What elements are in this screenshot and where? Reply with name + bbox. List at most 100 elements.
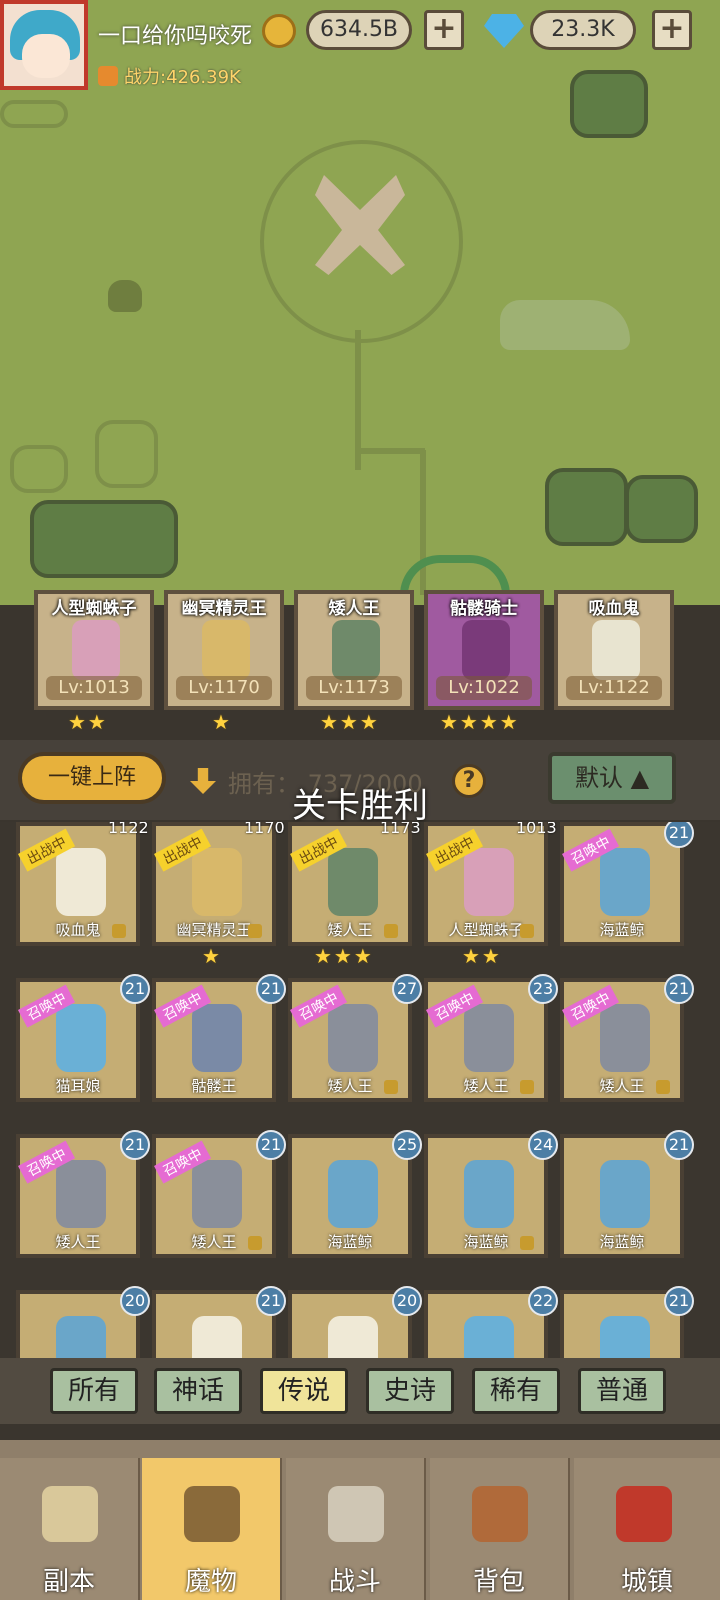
level-badge: 22 [528, 1286, 558, 1316]
monster-portrait [202, 620, 250, 680]
lock-icon [656, 1080, 670, 1094]
lock-icon [248, 1236, 262, 1250]
monster-portrait [56, 1004, 106, 1072]
avatar-face [22, 34, 70, 78]
star-rating: ★★★★ [440, 710, 520, 734]
monster-portrait [600, 1160, 650, 1228]
star-rating: ★ [212, 710, 232, 734]
crossed-swords-icon [328, 1486, 384, 1542]
level-text: 1170 [244, 822, 285, 837]
filter-rare[interactable]: 稀有 [472, 1368, 560, 1414]
monster-card[interactable]: 出战中 矮人王 [288, 822, 412, 946]
monster-portrait [328, 1160, 378, 1228]
lock-icon [520, 1236, 534, 1250]
map-rock [625, 475, 698, 543]
nav-battle[interactable]: 战斗 [286, 1458, 426, 1600]
map-outline [10, 445, 68, 493]
monster-portrait [464, 848, 514, 916]
filter-epic[interactable]: 史诗 [366, 1368, 454, 1414]
nav-backpack[interactable]: 背包 [430, 1458, 570, 1600]
gold-amount: 634.5B [306, 10, 412, 50]
star-rating: ★★★ [314, 944, 374, 968]
world-map[interactable] [0, 0, 720, 605]
formation-name: 骷髅骑士 [450, 599, 518, 619]
map-path [355, 448, 425, 454]
map-outline [95, 420, 158, 488]
level-badge: 23 [528, 974, 558, 1004]
map-rock [545, 468, 628, 546]
nav-dungeon[interactable]: 副本 [0, 1458, 140, 1600]
nav-label: 战斗 [328, 1567, 381, 1597]
monster-card[interactable]: 出战中 幽冥精灵王 [152, 822, 276, 946]
level-badge: 21 [664, 1286, 694, 1316]
nav-label: 副本 [42, 1567, 95, 1597]
filter-mythic[interactable]: 神话 [154, 1368, 242, 1414]
monster-portrait [600, 1004, 650, 1072]
monster-portrait [462, 620, 510, 680]
level-badge: 21 [664, 1130, 694, 1160]
formation-level: Lv:1013 [46, 676, 142, 700]
lock-icon [520, 1080, 534, 1094]
monster-portrait [464, 1004, 514, 1072]
formation-name: 人型蜘蛛子 [51, 599, 137, 619]
level-text: 1173 [380, 822, 421, 837]
nav-label: 城镇 [620, 1567, 673, 1597]
level-badge: 20 [392, 1286, 422, 1316]
monster-portrait [464, 1160, 514, 1228]
rarity-filter-bar: 所有 神话 传说 史诗 稀有 普通 [0, 1358, 720, 1424]
map-scroll-icon [42, 1486, 98, 1542]
formation-slot[interactable]: 矮人王 Lv:1173 [294, 590, 414, 710]
monster-portrait [328, 848, 378, 916]
lock-icon [384, 924, 398, 938]
monster-portrait [332, 620, 380, 680]
level-badge: 20 [120, 1286, 150, 1316]
level-badge: 21 [256, 1286, 286, 1316]
level-badge: 21 [664, 822, 694, 848]
lock-icon [384, 1080, 398, 1094]
nav-label: 背包 [472, 1567, 525, 1597]
level-text: 1122 [108, 822, 149, 837]
lock-icon [112, 924, 126, 938]
level-badge: 21 [256, 974, 286, 1004]
level-badge: 21 [256, 1130, 286, 1160]
monster-portrait [192, 848, 242, 916]
monster-name: 海蓝鲸 [599, 921, 645, 939]
nav-town[interactable]: 城镇 [574, 1458, 720, 1600]
lock-icon [520, 924, 534, 938]
monster-portrait [192, 1004, 242, 1072]
lock-icon [248, 924, 262, 938]
formation-slot[interactable]: 幽冥精灵王 Lv:1170 [164, 590, 284, 710]
formation-slot[interactable]: 吸血鬼 Lv:1122 [554, 590, 674, 710]
dragon-skeleton-icon [500, 300, 630, 350]
monster-card[interactable]: 出战中 人型蜘蛛子 [424, 822, 548, 946]
monster-portrait [56, 848, 106, 916]
level-badge: 24 [528, 1130, 558, 1160]
monster-card[interactable]: 出战中 吸血鬼 [16, 822, 140, 946]
monster-portrait [592, 620, 640, 680]
star-rating: ★★★ [320, 710, 380, 734]
player-avatar[interactable] [0, 0, 88, 90]
formation-slot[interactable]: 骷髅骑士 Lv:1022 [424, 590, 544, 710]
shop-icon [616, 1486, 672, 1542]
filter-all[interactable]: 所有 [50, 1368, 138, 1414]
power-icon [98, 66, 118, 86]
add-gems-button[interactable]: + [652, 10, 692, 50]
bottom-nav: 副本 魔物 战斗 背包 城镇 [0, 1440, 720, 1600]
formation-name: 吸血鬼 [588, 599, 640, 619]
star-rating: ★★ [462, 944, 502, 968]
monster-name: 海蓝鲸 [599, 1233, 645, 1251]
backpack-icon [472, 1486, 528, 1542]
helmet-icon [184, 1486, 240, 1542]
nav-monsters[interactable]: 魔物 [142, 1458, 282, 1600]
level-badge: 21 [120, 1130, 150, 1160]
monster-name: 矮人王 [55, 1233, 101, 1251]
filter-common[interactable]: 普通 [578, 1368, 666, 1414]
monster-portrait [192, 1160, 242, 1228]
add-gold-button[interactable]: + [424, 10, 464, 50]
formation-slot[interactable]: 人型蜘蛛子 Lv:1013 [34, 590, 154, 710]
monster-name: 猫耳娘 [55, 1077, 101, 1095]
monster-grid[interactable]: 出战中 吸血鬼 1122 出战中 幽冥精灵王 1170 ★ 出战中 矮人王 1173 ★★★ 出战中人… [0, 822, 720, 1382]
star-rating: ★ [202, 944, 222, 968]
filter-legendary[interactable]: 传说 [260, 1368, 348, 1414]
formation-name: 幽冥精灵王 [181, 599, 267, 619]
